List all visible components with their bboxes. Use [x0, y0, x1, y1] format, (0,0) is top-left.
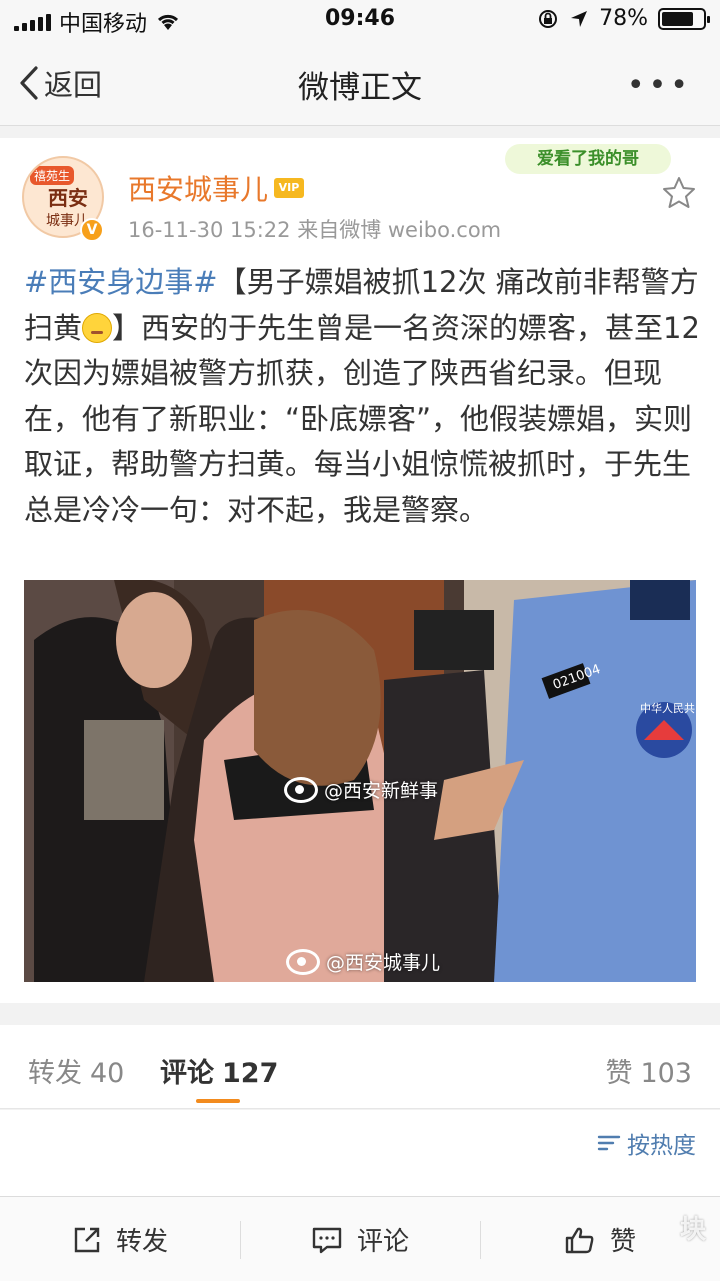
weibo-logo-icon [284, 776, 318, 803]
battery-percent: 78% [599, 6, 648, 31]
sort-label: 按热度 [627, 1133, 696, 1159]
tab-reposts-count: 40 [90, 1058, 125, 1089]
tab-likes-label: 赞 [605, 1058, 633, 1089]
thumbs-up-icon [565, 1227, 594, 1253]
more-button[interactable]: ••• [627, 68, 692, 103]
rotation-lock-icon [539, 9, 558, 28]
vip-badge: VIP [274, 178, 305, 198]
comment-button[interactable]: 评论 [240, 1197, 480, 1281]
comment-icon [312, 1227, 342, 1253]
username-row: 西安城事儿 VIP [128, 168, 305, 208]
post-photo[interactable]: 021004 中华人民共 @西安新鲜事 @西安城事儿 [24, 580, 696, 982]
username[interactable]: 西安城事儿 [128, 168, 268, 208]
post-meta: 16-11-30 15:22 来自微博 weibo.com [128, 218, 502, 242]
comment-label: 评论 [356, 1227, 409, 1257]
repost-button[interactable]: 转发 [0, 1197, 240, 1281]
corner-watermark: 块 [679, 1215, 706, 1245]
bottom-toolbar: 转发 评论 赞 块 [0, 1196, 720, 1281]
tab-comments-count: 127 [222, 1058, 279, 1089]
photo-watermark-2: @西安城事儿 [286, 948, 440, 975]
tab-likes-count: 103 [640, 1058, 692, 1089]
active-tab-indicator [196, 1099, 240, 1103]
post-text: #西安身边事#【男子嫖娼被抓12次 痛改前非帮警方扫黄 】西安的于先生曾是一名资深… [24, 260, 700, 533]
stats-tabs: 转发 40 评论 127 赞 103 [0, 1025, 720, 1109]
location-icon [571, 10, 588, 27]
status-right: 78% [537, 6, 710, 31]
avatar-tag: 禧苑生 [30, 166, 75, 185]
share-icon [74, 1227, 100, 1252]
weibo-logo-icon [286, 948, 320, 975]
tab-comments[interactable]: 评论 127 [160, 1051, 278, 1090]
police-patch-text: 中华人民共 [640, 702, 695, 715]
sort-button[interactable]: 按热度 [597, 1126, 696, 1160]
star-icon[interactable] [660, 174, 698, 212]
watermark-1-text: @西安新鲜事 [324, 780, 439, 802]
verified-badge-icon: V [80, 218, 104, 242]
sort-icon [597, 1135, 621, 1151]
battery-icon [658, 7, 710, 30]
watermark-2-text: @西安城事儿 [326, 952, 441, 974]
comment-list [0, 1170, 720, 1196]
page-title: 微博正文 [298, 70, 422, 106]
status-bar: 中国移动 09:46 78% [0, 0, 720, 40]
tab-reposts-label: 转发 [28, 1058, 82, 1089]
nav-bar: 返回 微博正文 ••• [0, 40, 720, 126]
sort-row: 按热度 [0, 1110, 720, 1170]
photo-watermark-1: @西安新鲜事 [284, 776, 438, 803]
hashtag-link[interactable]: #西安身边事# [24, 265, 218, 299]
like-label: 赞 [609, 1227, 636, 1257]
tab-reposts[interactable]: 转发 40 [28, 1051, 124, 1090]
sticker-badge: 爱看了我的哥 [505, 144, 671, 174]
emoji-icon [82, 312, 113, 343]
tab-likes[interactable]: 赞 103 [605, 1051, 692, 1090]
battery-fill [662, 11, 694, 26]
tab-comments-label: 评论 [160, 1058, 214, 1089]
repost-label: 转发 [115, 1227, 168, 1257]
avatar-title: 西安 [48, 186, 88, 210]
post-card: 禧苑生 西安 城事儿 V 西安城事儿 VIP 16-11-30 15:22 来自… [0, 138, 720, 1003]
post-text-part2: 】西安的于先生曾是一名资深的嫖客，甚至12次因为嫖娼被警方抓获，创造了陕西省纪录… [24, 310, 700, 527]
